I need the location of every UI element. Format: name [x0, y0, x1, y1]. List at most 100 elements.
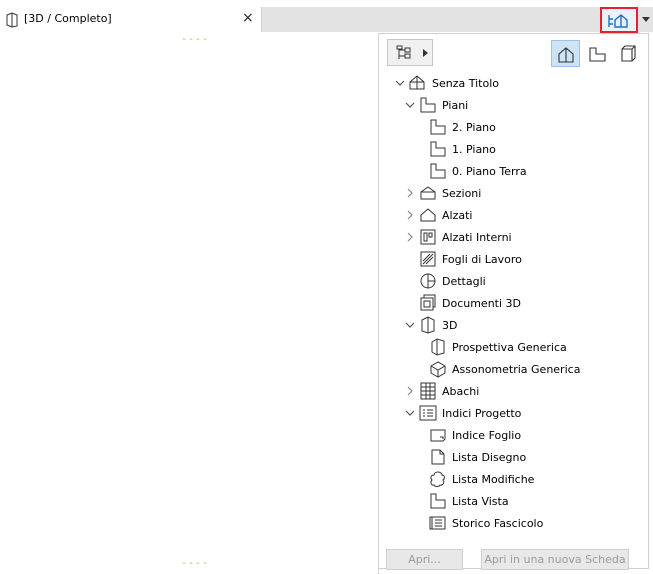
- tree-item[interactable]: 2. Piano: [415, 116, 496, 138]
- project-icon: [409, 74, 427, 92]
- tree-item-label: Prospettiva Generica: [452, 340, 567, 354]
- tree-item[interactable]: Indice Foglio: [415, 424, 521, 446]
- worksheet-icon: [419, 250, 437, 268]
- tree-item-label: Fogli di Lavoro: [442, 252, 522, 266]
- close-icon[interactable]: ×: [242, 10, 254, 26]
- navigator-toggle-button[interactable]: [600, 7, 638, 33]
- perspective-icon: [429, 338, 447, 356]
- tree-item-label: 0. Piano Terra: [452, 164, 527, 178]
- tree-item-label: Storico Fascicolo: [452, 516, 544, 530]
- story-icon: [429, 118, 447, 136]
- chevron-right-icon[interactable]: [405, 188, 415, 198]
- tree-item-label: Alzati Interni: [442, 230, 512, 244]
- view-map-button[interactable]: [583, 40, 612, 67]
- chevron-right-icon[interactable]: [405, 232, 415, 242]
- project-map-icon: [558, 47, 574, 63]
- tree-item[interactable]: Fogli di Lavoro: [405, 248, 522, 270]
- story-icon: [429, 140, 447, 158]
- tree-item[interactable]: Indici Progetto: [405, 402, 521, 424]
- chevron-right-icon[interactable]: [405, 386, 415, 396]
- tree-item[interactable]: 0. Piano Terra: [415, 160, 527, 182]
- tree-item[interactable]: Dettagli: [405, 270, 486, 292]
- tree-item-label: Senza Titolo: [432, 76, 499, 90]
- open-new-tab-button[interactable]: Apri in una nuova Scheda: [481, 549, 629, 570]
- tree-item-label: Abachi: [442, 384, 480, 398]
- chevron-down-icon[interactable]: [395, 78, 405, 88]
- tree-item[interactable]: 1. Piano: [415, 138, 496, 160]
- tree-item[interactable]: Lista Disegno: [415, 446, 526, 468]
- tree-item-label: Documenti 3D: [442, 296, 522, 310]
- tree-item-label: Piani: [442, 98, 469, 112]
- 3d-window-icon: [6, 12, 18, 28]
- chevron-down-icon[interactable]: [405, 320, 415, 330]
- tree-item[interactable]: 3D: [405, 314, 457, 336]
- drawing-list-icon: [429, 448, 447, 466]
- story-icon: [429, 162, 447, 180]
- tree-item-label: Sezioni: [442, 186, 482, 200]
- navigator-options-button[interactable]: [387, 39, 433, 66]
- chevron-down-icon[interactable]: [405, 408, 415, 418]
- tree-item[interactable]: Assonometria Generica: [415, 358, 580, 380]
- chevron-down-icon[interactable]: [405, 100, 415, 110]
- issue-history-icon: [429, 514, 447, 532]
- tree-item-label: Lista Modifiche: [452, 472, 535, 486]
- elevation-icon: [419, 206, 437, 224]
- chevron-down-icon[interactable]: [642, 17, 650, 22]
- tree-item[interactable]: Storico Fascicolo: [415, 512, 543, 534]
- tree-item-label: 1. Piano: [452, 142, 496, 156]
- axonometry-icon: [429, 360, 447, 378]
- tree-item-label: Lista Vista: [452, 494, 509, 508]
- project-index-icon: [419, 404, 437, 422]
- tree-item[interactable]: Alzati: [405, 204, 472, 226]
- guide-mark-top: ----: [181, 34, 210, 45]
- layout-book-icon: [621, 45, 636, 62]
- detail-icon: [419, 272, 437, 290]
- 3d-document-icon: [419, 294, 437, 312]
- tree-item[interactable]: Abachi: [405, 380, 479, 402]
- tree-item[interactable]: Senza Titolo: [395, 72, 499, 94]
- section-icon: [419, 184, 437, 202]
- navigator-panel: Senza Titolo Piani 2. Piano 1. Piano 0. Pian…: [378, 33, 649, 574]
- navigator-footer: Apri... Apri in una nuova Scheda: [379, 545, 649, 571]
- sheet-index-icon: [429, 426, 447, 444]
- tree-item[interactable]: Piani: [405, 94, 468, 116]
- view-map-icon: [589, 47, 606, 62]
- layout-book-button[interactable]: [613, 40, 642, 67]
- tree-item-label: Indice Foglio: [452, 428, 522, 442]
- tab-3d-completo[interactable]: [3D / Completo] ×: [0, 7, 262, 32]
- view-list-icon: [429, 492, 447, 510]
- tree-item[interactable]: Alzati Interni: [405, 226, 512, 248]
- guide-mark-bottom: ----: [181, 558, 210, 569]
- tree-options-icon: [396, 45, 411, 59]
- 3d-icon: [419, 316, 437, 334]
- tree-item-label: Assonometria Generica: [452, 362, 581, 376]
- tree-item-label: 2. Piano: [452, 120, 496, 134]
- open-button[interactable]: Apri...: [386, 549, 463, 570]
- tree-item[interactable]: Documenti 3D: [405, 292, 521, 314]
- interior-elevation-icon: [419, 228, 437, 246]
- chevron-right-icon[interactable]: [405, 210, 415, 220]
- story-icon: [419, 96, 437, 114]
- tree-item[interactable]: Prospettiva Generica: [415, 336, 567, 358]
- tree-item-label: Lista Disegno: [452, 450, 527, 464]
- tree-item[interactable]: Lista Modifiche: [415, 468, 534, 490]
- tree-item[interactable]: Sezioni: [405, 182, 481, 204]
- tree-item-label: Dettagli: [442, 274, 486, 288]
- tab-bar: [3D / Completo] ×: [0, 7, 653, 33]
- tree-item-label: Indici Progetto: [442, 406, 522, 420]
- tree-item[interactable]: Lista Vista: [415, 490, 509, 512]
- chevron-right-icon: [423, 49, 428, 57]
- project-map-button[interactable]: [551, 40, 580, 67]
